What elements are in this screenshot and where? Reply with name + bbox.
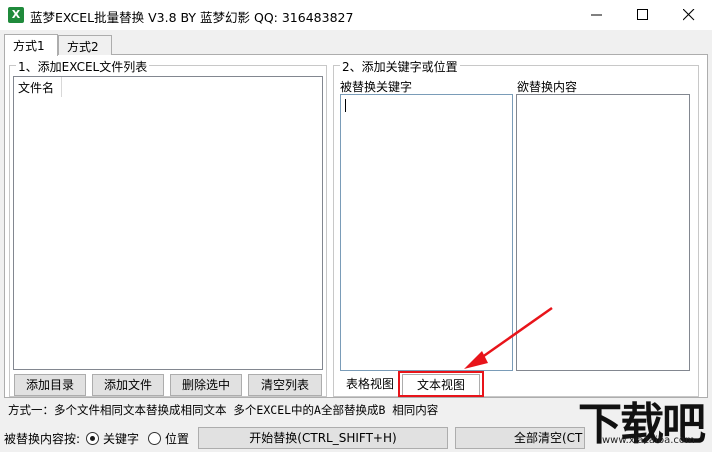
watermark: 下载吧 www.xiazaiba.com	[572, 392, 712, 452]
watermark-url: www.xiazaiba.com	[602, 435, 695, 446]
annotation-arrow	[464, 306, 553, 369]
